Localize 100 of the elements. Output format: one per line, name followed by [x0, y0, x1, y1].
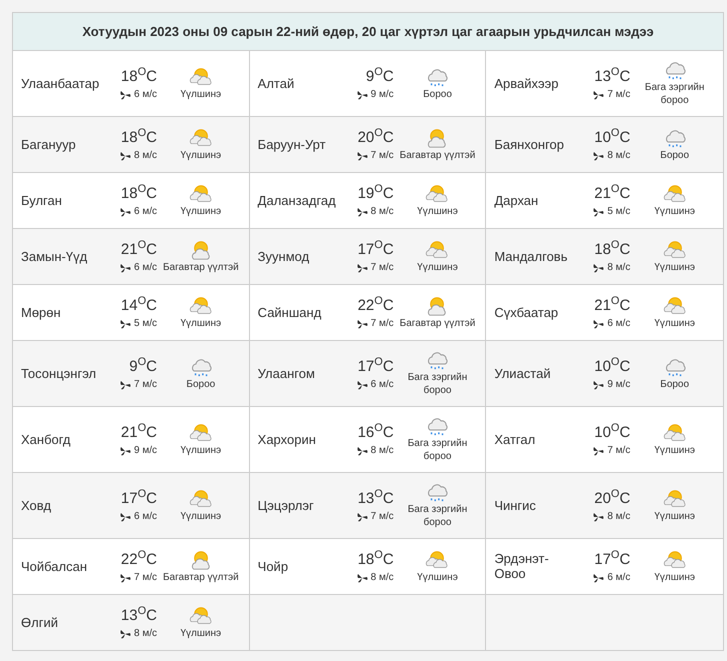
sun-cloud-icon [188, 488, 214, 510]
fan-icon [356, 380, 368, 390]
fan-icon [593, 206, 604, 216]
temperature: 21$^{O}$C [120, 239, 157, 258]
weather-condition: Үүлшинэ [654, 510, 695, 522]
weather-condition: Бага зэргийн бороо [406, 503, 468, 529]
city-name: Ховд [21, 498, 52, 512]
sun-cloud-icon [662, 548, 688, 570]
temperature: 21$^{O}$C [594, 183, 630, 202]
weather-condition: Багавтар үүлтэй [400, 316, 476, 330]
sun-cloud-icon [188, 182, 214, 204]
city-name: Даланзадгад [258, 192, 337, 208]
temperature: 18$^{O}$C [594, 239, 630, 258]
weather-condition: Багавтар үүлтэй [162, 260, 239, 274]
weather-condition: Бага зэргийн бороо [644, 81, 706, 107]
temperature: 18$^{O}$C [358, 549, 394, 568]
sun-cloud-icon [188, 66, 214, 88]
fan-icon [356, 512, 368, 522]
temperature: 9$^{O}$C [129, 356, 157, 375]
temperature: 22$^{O}$C [120, 549, 157, 568]
temperature: 21$^{O}$C [120, 422, 157, 441]
sun-cloud-icon [662, 238, 688, 260]
wind-speed: 7 м/с [370, 511, 394, 522]
temperature: 13$^{O}$C [358, 488, 394, 507]
wind-speed: 8 м/с [607, 150, 630, 161]
fan-icon [356, 318, 368, 328]
fan-icon [593, 512, 604, 522]
weather-condition: Бороо [660, 378, 690, 390]
temperature: 9$^{O}$C [366, 66, 394, 85]
wind-speed: 6 м/с [607, 318, 630, 329]
city-name: Чойр [258, 558, 290, 574]
fan-icon [120, 380, 131, 390]
city-name: Улаангом [258, 366, 316, 380]
city-name: Улаанбаатар [21, 76, 100, 90]
fan-icon [593, 380, 604, 390]
weather-condition: Үүлшинэ [654, 570, 695, 584]
fan-icon [120, 90, 131, 100]
sun-cloud-icon [424, 238, 450, 260]
city-name: Алтай [258, 76, 296, 90]
temperature: 14$^{O}$C [120, 295, 157, 314]
city-name: Цэцэрлэг [258, 498, 315, 512]
wind-speed: 7 м/с [370, 150, 394, 161]
wind-speed: 6 м/с [607, 572, 630, 583]
city-name: Улиастай [494, 366, 552, 380]
temperature: 17$^{O}$C [358, 239, 394, 258]
fan-icon [356, 262, 368, 272]
wind-speed: 7 м/с [370, 262, 394, 273]
fan-icon [120, 572, 131, 582]
wind-speed: 7 м/с [370, 318, 394, 329]
city-name: Эрдэнэт-Овоо [494, 551, 550, 581]
temperature: 16$^{O}$C [358, 422, 394, 441]
weather-condition: Багавтар үүлтэй [400, 148, 476, 162]
temperature: 22$^{O}$C [358, 295, 394, 314]
wind-speed: 8 м/с [370, 206, 394, 217]
fan-icon [120, 446, 131, 456]
fan-icon [593, 572, 604, 582]
city-name: Чойбалсан [21, 558, 88, 574]
city-name: Чингис [494, 498, 537, 512]
wind-speed: 5 м/с [134, 318, 157, 329]
weather-condition: Үүлшинэ [180, 316, 222, 330]
weather-condition: Бага зэргийн бороо [406, 371, 468, 397]
city-name: Багануур [21, 136, 77, 152]
wind-speed: 5 м/с [607, 206, 630, 217]
city-name: Хатгал [494, 432, 536, 446]
city-name: Баруун-Урт [258, 136, 327, 152]
temperature: 13$^{O}$C [594, 66, 630, 85]
table-title: Хотуудын 2023 оны 09 сарын 22-ний өдөр, 20 цаг хүртэл цаг агаарын урьдчилсан мэдээ [13, 13, 723, 51]
wind-speed: 7 м/с [134, 379, 157, 390]
wind-speed: 7 м/с [607, 445, 630, 456]
temperature: 17$^{O}$C [594, 549, 630, 568]
fan-icon [593, 446, 604, 456]
weather-condition: Үүлшинэ [180, 626, 222, 640]
fan-icon [120, 150, 131, 160]
fan-icon [356, 90, 368, 100]
temperature: 21$^{O}$C [594, 295, 630, 314]
city-name: Зуунмод [258, 248, 310, 264]
fan-icon [120, 512, 131, 522]
temperature: 10$^{O}$C [594, 127, 630, 146]
fan-icon [593, 90, 604, 100]
wind-speed: 9 м/с [370, 89, 394, 100]
city-name: Өлгий [21, 614, 59, 630]
weather-condition: Үүлшинэ [180, 510, 222, 522]
wind-speed: 6 м/с [134, 89, 157, 100]
sun-cloud-icon [188, 294, 214, 316]
wind-speed: 6 м/с [134, 206, 157, 217]
fan-icon [120, 628, 131, 638]
weather-condition: Үүлшинэ [654, 444, 695, 456]
sun-cloud-icon [662, 422, 688, 444]
city-name: Дархан [494, 192, 540, 208]
temperature: 18$^{O}$C [120, 66, 157, 85]
temperature: 17$^{O}$C [120, 488, 157, 507]
sun-cloud-icon [662, 488, 688, 510]
fan-icon [356, 572, 368, 582]
wind-speed: 8 м/с [607, 262, 630, 273]
wind-speed: 8 м/с [370, 572, 394, 583]
wind-speed: 9 м/с [607, 379, 630, 390]
fan-icon [356, 206, 368, 216]
weather-condition: Бага зэргийн бороо [406, 437, 468, 463]
wind-speed: 9 м/с [134, 445, 157, 456]
weather-condition: Үүлшинэ [417, 570, 458, 584]
